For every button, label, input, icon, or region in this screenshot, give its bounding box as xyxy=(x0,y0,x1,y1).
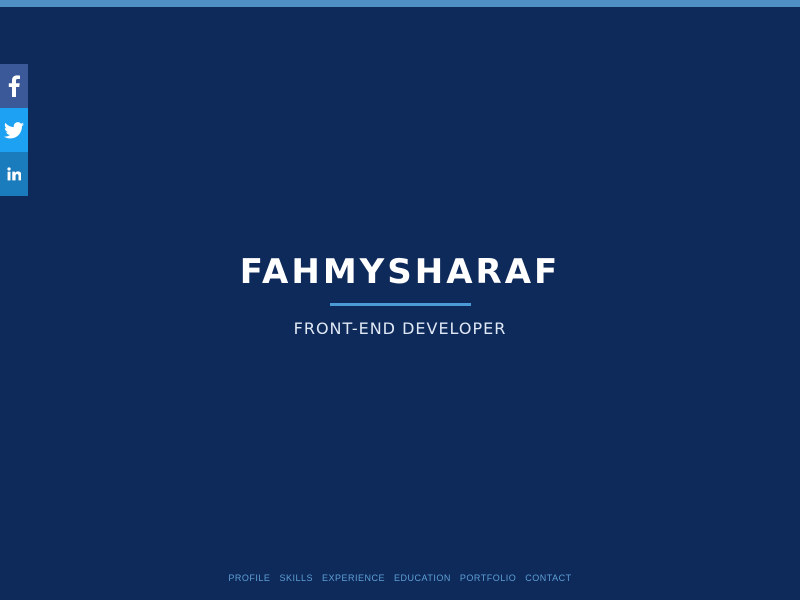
title-divider xyxy=(329,303,471,306)
facebook-button[interactable] xyxy=(0,64,28,108)
twitter-button[interactable] xyxy=(0,108,28,152)
nav-link-experience[interactable]: EXPERIENCE xyxy=(322,573,385,583)
top-accent-bar xyxy=(0,0,800,7)
nav-link-portfolio[interactable]: PORTFOLIO xyxy=(460,573,516,583)
bottom-nav: PROFILE SKILLS EXPERIENCE EDUCATION PORT… xyxy=(0,573,800,583)
nav-link-education[interactable]: EDUCATION xyxy=(394,573,451,583)
hero-section: FAHMYSHARAF FRONT-END DEVELOPER xyxy=(0,250,800,340)
site-name: FAHMYSHARAF xyxy=(239,252,561,292)
job-title: FRONT-END DEVELOPER xyxy=(293,319,507,338)
nav-link-profile[interactable]: PROFILE xyxy=(228,573,270,583)
linkedin-icon xyxy=(7,167,21,181)
twitter-icon xyxy=(4,121,24,139)
linkedin-button[interactable] xyxy=(0,152,28,196)
social-share-bar xyxy=(0,64,28,196)
nav-link-contact[interactable]: CONTACT xyxy=(525,573,571,583)
facebook-icon xyxy=(8,75,20,97)
nav-link-skills[interactable]: SKILLS xyxy=(279,573,313,583)
